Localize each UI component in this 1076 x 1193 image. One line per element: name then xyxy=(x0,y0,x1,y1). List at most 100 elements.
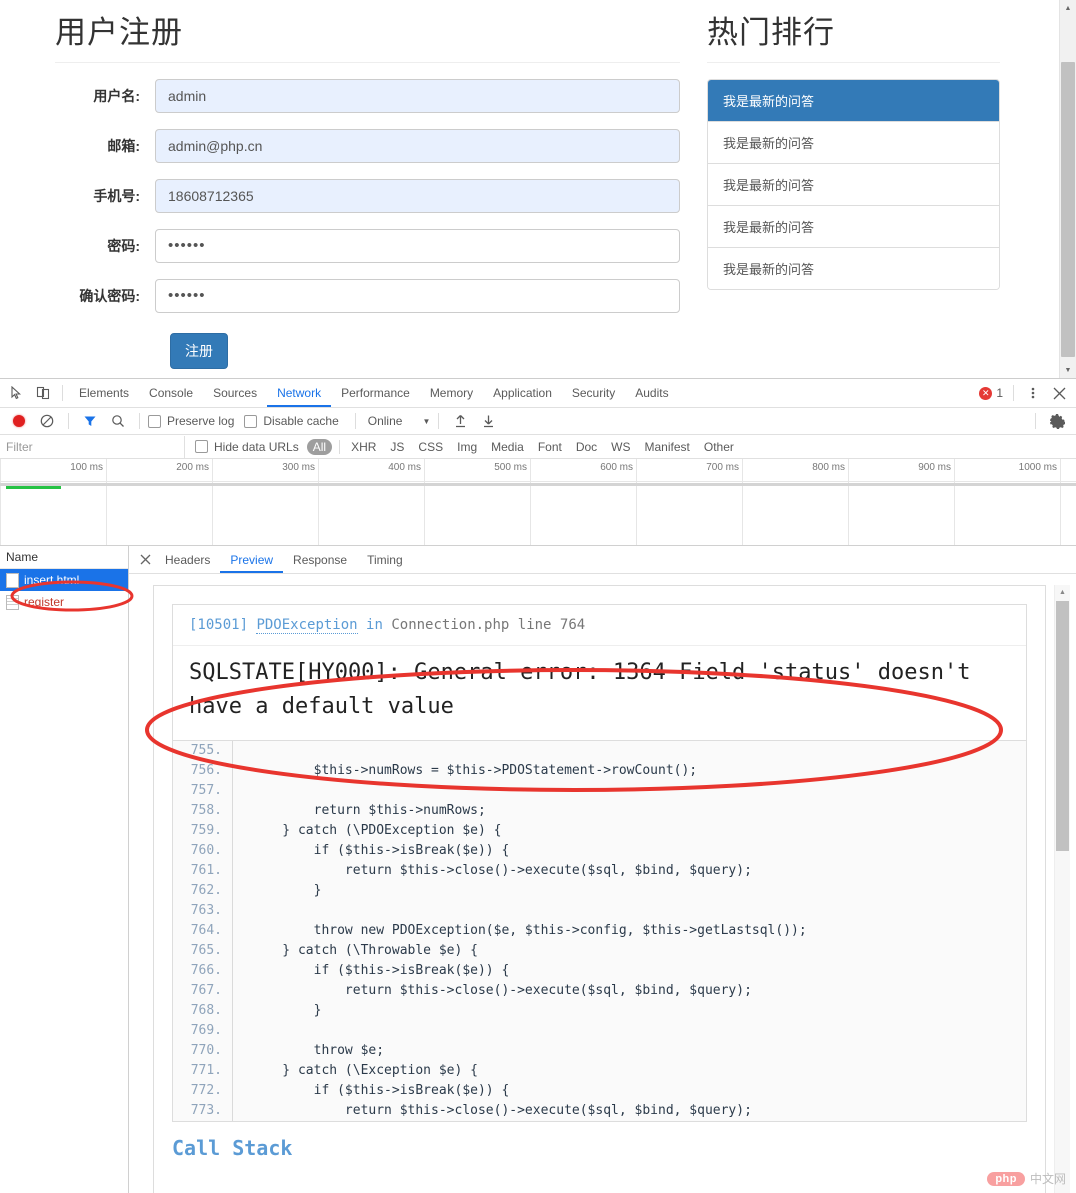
tab-network[interactable]: Network xyxy=(267,379,332,407)
preserve-log-label: Preserve log xyxy=(167,414,235,428)
timeline-tick-label: 500 ms xyxy=(494,462,527,473)
record-button[interactable] xyxy=(6,408,32,434)
error-count-label: 1 xyxy=(996,386,1003,400)
filter-type-other[interactable]: Other xyxy=(698,439,740,455)
toolbar-divider xyxy=(62,385,63,401)
code-line-number: 768. xyxy=(173,1001,233,1021)
filter-type-manifest[interactable]: Manifest xyxy=(639,439,696,455)
code-line: 767. return $this->close()->execute($sql… xyxy=(173,981,1026,1001)
detail-tab-timing[interactable]: Timing xyxy=(357,547,413,573)
code-line: 770. throw $e; xyxy=(173,1041,1026,1061)
code-line-number: 766. xyxy=(173,961,233,981)
network-toolbar: Preserve log Disable cache Online ▼ xyxy=(0,408,1076,435)
tab-performance[interactable]: Performance xyxy=(331,379,420,407)
label-email: 邮箱: xyxy=(107,138,140,154)
filter-type-ws[interactable]: WS xyxy=(605,439,636,455)
hide-data-urls-control[interactable]: Hide data URLs xyxy=(195,440,299,454)
record-icon xyxy=(13,415,25,427)
page-content: 用户注册 用户名: 邮箱: 手机号: 密码: 确认密码: 注 xyxy=(0,0,1060,378)
filter-type-media[interactable]: Media xyxy=(485,439,530,455)
register-submit-button[interactable]: 注册 xyxy=(170,333,228,369)
code-line-number: 765. xyxy=(173,941,233,961)
filter-type-css[interactable]: CSS xyxy=(412,439,449,455)
exception-class-link[interactable]: PDOException xyxy=(256,617,358,634)
label-username: 用户名: xyxy=(93,88,140,104)
page-vertical-scrollbar[interactable]: ▲ ▼ xyxy=(1059,0,1076,378)
request-row-register[interactable]: register xyxy=(0,591,128,613)
form-row-username: 用户名: xyxy=(55,79,680,113)
tab-application[interactable]: Application xyxy=(483,379,562,407)
preview-scrollbar-thumb[interactable] xyxy=(1056,601,1069,851)
timeline-tick-label: 200 ms xyxy=(176,462,209,473)
code-line-number: 772. xyxy=(173,1081,233,1101)
rank-list-item[interactable]: 我是最新的问答 xyxy=(708,121,999,163)
confirm-password-input[interactable] xyxy=(155,279,680,313)
requests-column-header[interactable]: Name xyxy=(0,546,128,569)
filter-type-font[interactable]: Font xyxy=(532,439,568,455)
search-icon[interactable] xyxy=(105,408,131,434)
tab-security[interactable]: Security xyxy=(562,379,625,407)
filter-type-all[interactable]: All xyxy=(306,438,333,455)
error-count-badge[interactable]: ✕ 1 xyxy=(979,386,1003,400)
filter-type-img[interactable]: Img xyxy=(451,439,483,455)
rank-panel: 热门排行 我是最新的问答 我是最新的问答 我是最新的问答 我是最新的问答 我是最… xyxy=(707,0,1000,290)
filter-type-js[interactable]: JS xyxy=(384,439,410,455)
label-confirm-password: 确认密码: xyxy=(79,288,140,304)
password-input[interactable] xyxy=(155,229,680,263)
close-devtools-icon[interactable] xyxy=(1046,380,1072,406)
import-har-icon[interactable] xyxy=(447,408,473,434)
export-har-icon[interactable] xyxy=(475,408,501,434)
code-line: 758. return $this->numRows; xyxy=(173,801,1026,821)
filter-divider xyxy=(339,439,341,454)
tab-audits[interactable]: Audits xyxy=(625,379,678,407)
page-title-register: 用户注册 xyxy=(55,15,183,50)
filter-type-doc[interactable]: Doc xyxy=(570,439,603,455)
network-overview-timeline[interactable]: 100 ms 200 ms 300 ms 400 ms 500 ms 600 m… xyxy=(0,459,1076,546)
inspect-element-icon[interactable] xyxy=(4,380,30,406)
detail-tab-preview[interactable]: Preview xyxy=(220,547,284,573)
code-line-source: if ($this->isBreak($e)) { xyxy=(251,963,510,978)
timeline-tick xyxy=(0,459,1,545)
more-options-icon[interactable] xyxy=(1020,380,1046,406)
preview-scroll-up-arrow-icon[interactable]: ▲ xyxy=(1055,585,1070,599)
filter-type-xhr[interactable]: XHR xyxy=(345,439,382,455)
hide-data-urls-checkbox[interactable] xyxy=(195,440,208,453)
tab-memory[interactable]: Memory xyxy=(420,379,483,407)
rank-list-item[interactable]: 我是最新的问答 xyxy=(708,205,999,247)
filter-funnel-icon[interactable] xyxy=(77,408,103,434)
detail-tab-headers[interactable]: Headers xyxy=(155,547,220,573)
throttling-select[interactable]: Online ▼ xyxy=(368,414,431,428)
code-line: 768. } xyxy=(173,1001,1026,1021)
request-row-insert-html[interactable]: insert.html xyxy=(0,569,128,591)
requests-list-panel: Name insert.html register xyxy=(0,546,129,1193)
code-line-source xyxy=(233,1021,251,1041)
username-input[interactable] xyxy=(155,79,680,113)
clear-log-button[interactable] xyxy=(34,408,60,434)
tab-console[interactable]: Console xyxy=(139,379,203,407)
settings-gear-icon[interactable] xyxy=(1044,408,1070,434)
rank-list-item[interactable]: 我是最新的问答 xyxy=(708,80,999,121)
request-name-label: insert.html xyxy=(24,573,80,587)
code-line: 757. xyxy=(173,781,1026,801)
disable-cache-checkbox[interactable] xyxy=(244,414,258,428)
scroll-up-arrow-icon[interactable]: ▲ xyxy=(1060,0,1076,16)
rank-list-item[interactable]: 我是最新的问答 xyxy=(708,247,999,289)
code-line-source: return $this->close()->execute($sql, $bi… xyxy=(251,1103,752,1118)
close-detail-icon[interactable] xyxy=(135,550,155,570)
preserve-log-checkbox[interactable] xyxy=(148,414,161,428)
scrollbar-thumb[interactable] xyxy=(1061,62,1075,357)
tab-elements[interactable]: Elements xyxy=(69,379,139,407)
scroll-down-arrow-icon[interactable]: ▼ xyxy=(1060,362,1076,378)
email-input[interactable] xyxy=(155,129,680,163)
tab-sources[interactable]: Sources xyxy=(203,379,267,407)
phone-input[interactable] xyxy=(155,179,680,213)
exception-file-location: Connection.php line 764 xyxy=(391,617,586,633)
code-line-number: 769. xyxy=(173,1021,233,1041)
preview-vertical-scrollbar[interactable]: ▲ xyxy=(1054,585,1070,1193)
timeline-tick-label: 800 ms xyxy=(812,462,845,473)
filter-input[interactable] xyxy=(0,435,185,458)
detail-tab-response[interactable]: Response xyxy=(283,547,357,573)
toggle-device-toolbar-icon[interactable] xyxy=(30,380,56,406)
rank-list-item[interactable]: 我是最新的问答 xyxy=(708,163,999,205)
code-line: 772. if ($this->isBreak($e)) { xyxy=(173,1081,1026,1101)
